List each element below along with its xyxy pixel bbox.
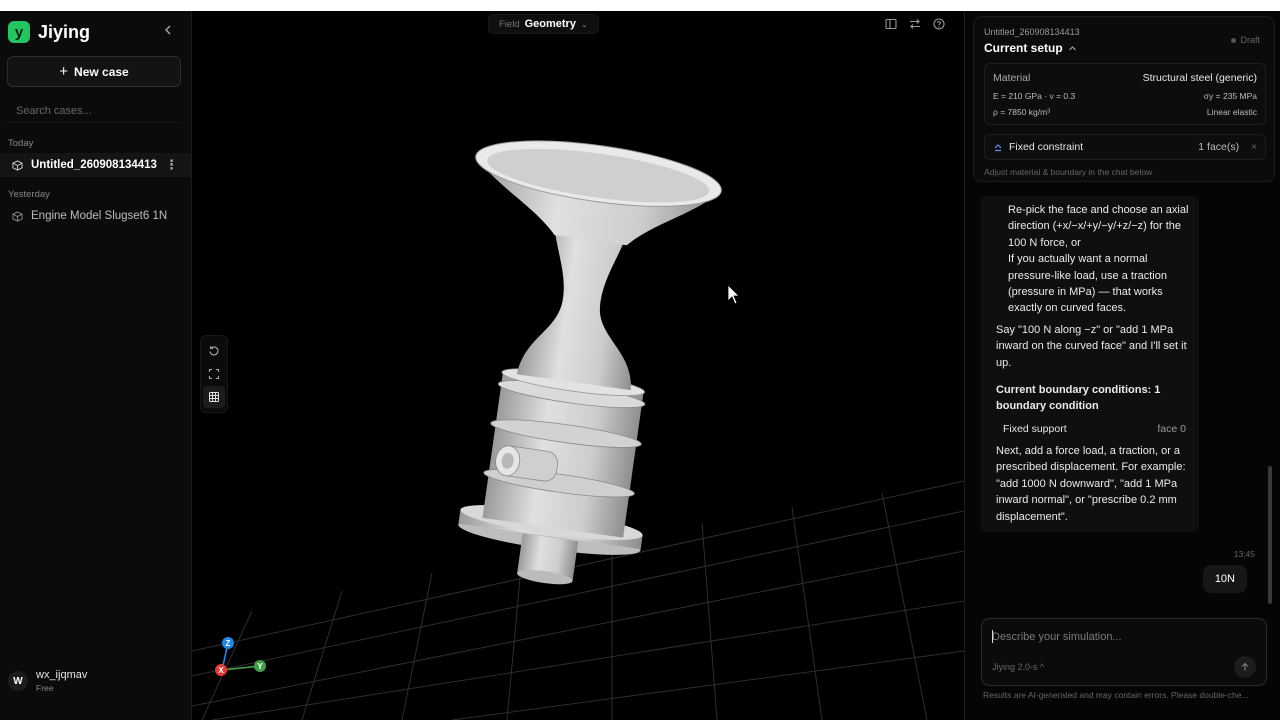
reset-view-button[interactable] (203, 340, 225, 362)
y-axis-label: Y (257, 662, 263, 671)
user-name: wx_ijqmav (36, 669, 88, 681)
cube-icon (12, 159, 23, 171)
bc-name: Fixed support (1003, 422, 1067, 435)
chat-scrollbar[interactable] (1268, 466, 1272, 604)
more-options-icon[interactable]: ⋮ (165, 158, 178, 172)
composer: Jiying 2.0-s ^ (981, 618, 1267, 686)
assistant-bullet-2: If you actually want a normal pressure-l… (1008, 253, 1167, 315)
chevron-up-icon (1068, 45, 1076, 50)
constraint-name: Fixed constraint (1009, 141, 1084, 153)
viewport-toolbar (884, 17, 946, 31)
assistant-paragraph-2: Next, add a force load, a traction, or a… (996, 444, 1186, 523)
material-name: Structural steel (generic) (1142, 72, 1257, 84)
case-item-untitled[interactable]: Untitled_260908134413 ⋮ (0, 153, 191, 177)
x-axis-label: X (218, 666, 224, 675)
brand[interactable]: y Jiying (8, 21, 90, 43)
new-case-button[interactable]: + New case (7, 56, 181, 87)
boundary-condition-row: Fixed support face 0 (996, 423, 1191, 435)
jiying-logo-icon: y (8, 21, 30, 43)
setup-title-text: Current setup (984, 41, 1063, 55)
avatar: W (8, 671, 28, 691)
swap-arrows-icon[interactable] (908, 17, 922, 31)
case-name: Untitled_260908134413 (984, 27, 1080, 37)
case-item-engine-model[interactable]: Engine Model Slugset6 1N (0, 204, 191, 228)
search-cases-input[interactable] (7, 99, 181, 123)
group-label-yesterday: Yesterday (8, 189, 50, 200)
chevron-up-icon: ^ (1040, 662, 1045, 672)
material-label: Material (993, 72, 1031, 84)
material-model: Linear elastic (1206, 107, 1257, 117)
remove-constraint-icon[interactable]: × (1251, 142, 1257, 153)
message-timestamp: 13:45 (1233, 549, 1255, 559)
case-item-label: Untitled_260908134413 (31, 159, 157, 171)
status-dot-icon (1231, 37, 1237, 43)
case-item-label: Engine Model Slugset6 1N (31, 210, 168, 222)
assistant-bullet-1: Re-pick the face and choose an axial dir… (1008, 204, 1189, 249)
arrow-up-icon (1241, 662, 1249, 671)
3d-viewport[interactable]: Field Geometry ⌄ Z Y X (192, 11, 964, 720)
ai-disclaimer: Results are AI-generated and may contain… (983, 690, 1249, 700)
material-box[interactable]: Material Structural steel (generic) E = … (984, 63, 1266, 125)
grid-icon (209, 392, 219, 403)
assistant-paragraph-1: Say "100 N along −z" or "add 1 MPa inwar… (996, 323, 1187, 369)
anchor-icon (994, 144, 1002, 152)
setup-title[interactable]: Current setup (984, 41, 1077, 55)
brand-name: Jiying (38, 21, 91, 42)
rotate-ccw-icon (209, 345, 219, 356)
assistant-message: Re-pick the face and choose an axial dir… (981, 196, 1199, 532)
status-badge: Draft (1231, 35, 1260, 45)
chevron-down-icon: ⌄ (580, 19, 588, 29)
model-name: Jiying 2.0-s (992, 662, 1038, 672)
z-axis-label: Z (226, 639, 231, 648)
group-label-today: Today (8, 138, 34, 149)
toggle-grid-button[interactable] (203, 386, 225, 409)
status-text: Draft (1240, 35, 1260, 45)
send-button[interactable] (1234, 656, 1256, 678)
new-case-label: New case (74, 64, 129, 79)
panel-layout-icon[interactable] (884, 17, 898, 31)
fit-view-button[interactable] (203, 363, 225, 385)
cube-icon (12, 210, 23, 222)
plus-icon: + (59, 63, 69, 80)
field-label: Field (499, 18, 520, 30)
setup-card: Untitled_260908134413 Current setup Draf… (973, 16, 1275, 182)
material-elastic-props: E = 210 GPa · ν = 0.3 (993, 91, 1076, 101)
collapse-sidebar-icon[interactable] (162, 24, 174, 38)
3d-model (458, 140, 722, 585)
simulation-input[interactable] (992, 628, 1252, 646)
bc-target: face 0 (1157, 422, 1186, 435)
top-edge-bar (0, 0, 1280, 11)
text-caret (992, 630, 993, 643)
view-tools (200, 335, 228, 413)
sidebar: y Jiying + New case Today Untitled_26090… (0, 11, 192, 720)
help-icon[interactable] (932, 17, 946, 31)
field-selector[interactable]: Field Geometry ⌄ (488, 14, 599, 34)
setup-hint: Adjust material & boundary in the chat b… (984, 167, 1153, 177)
fixed-constraint-item[interactable]: Fixed constraint 1 face(s) × (984, 134, 1266, 160)
constraint-count: 1 face(s) (1198, 141, 1240, 153)
user-plan: Free (36, 683, 54, 693)
model-selector[interactable]: Jiying 2.0-s ^ (992, 662, 1044, 672)
user-message: 10N (1202, 565, 1247, 593)
fullscreen-icon (208, 368, 220, 380)
field-value: Geometry (524, 18, 576, 30)
user-profile[interactable]: W wx_ijqmav Free (8, 669, 87, 693)
chat-thread: Re-pick the face and choose an axial dir… (981, 196, 1269, 616)
right-panel: Untitled_260908134413 Current setup Draf… (964, 11, 1280, 720)
assistant-heading: Current boundary conditions: 1 boundary … (996, 384, 1161, 413)
axis-gizmo: Z Y X (215, 637, 266, 676)
material-yield-strength: σy = 235 MPa (1203, 91, 1257, 101)
model-scene (192, 140, 964, 720)
material-density: ρ = 7850 kg/m³ (993, 107, 1051, 117)
mouse-cursor (727, 284, 740, 305)
